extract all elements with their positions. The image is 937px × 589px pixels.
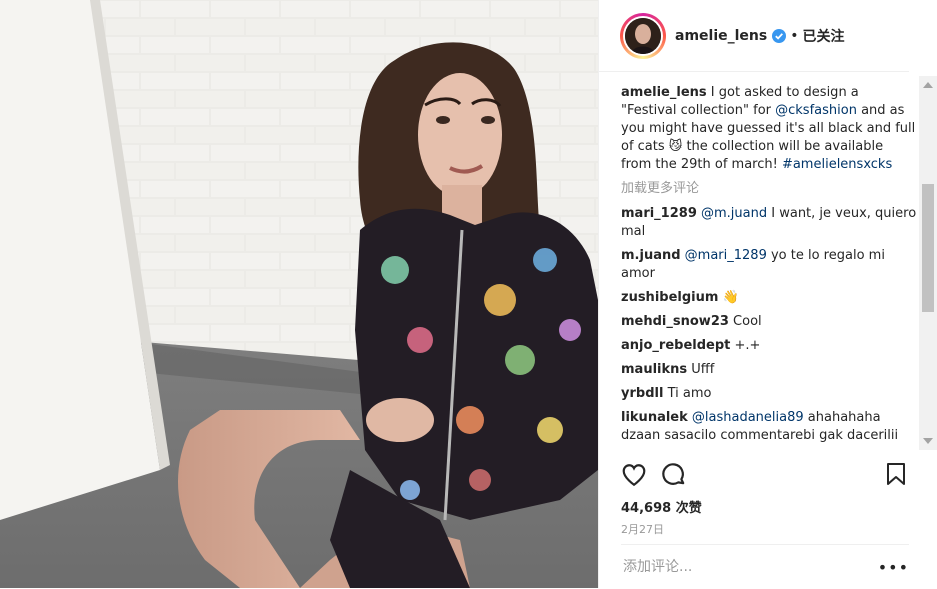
caption-mention[interactable]: @cksfashion — [775, 103, 857, 118]
comment-username[interactable]: mehdi_snow23 — [621, 314, 729, 329]
post-side-panel: amelie_lens • 已关注 amelie_lens I got aske… — [598, 0, 937, 588]
comment-mention[interactable]: @mari_1289 — [685, 248, 767, 263]
comments-scrollbar[interactable] — [919, 76, 937, 450]
avatar-image — [625, 17, 661, 54]
comment-item: yrbdll Ti amo — [621, 385, 917, 403]
comment-username[interactable]: likunalek — [621, 410, 688, 425]
comment-item: likunalek @lashadanelia89 ahahahaha dzaa… — [621, 409, 917, 445]
comment-icon[interactable] — [661, 462, 687, 488]
caption-hashtag[interactable]: #amelielensxcks — [782, 157, 892, 172]
heart-icon[interactable] — [621, 462, 647, 488]
comment-text: +.+ — [734, 338, 761, 353]
comment-username[interactable]: yrbdll — [621, 386, 663, 401]
separator-dot: • — [790, 27, 799, 44]
post-username[interactable]: amelie_lens — [675, 28, 767, 44]
comment-item: mehdi_snow23 Cool — [621, 313, 917, 331]
add-comment-input[interactable] — [621, 558, 878, 576]
comment-mention[interactable]: @lashadanelia89 — [692, 410, 804, 425]
comment-item: zushibelgium 👋 — [621, 289, 917, 307]
comment-text: Ti amo — [667, 386, 712, 401]
scroll-down-arrow-icon[interactable] — [923, 438, 933, 444]
comment-username[interactable]: zushibelgium — [621, 290, 718, 305]
bookmark-icon[interactable] — [885, 462, 907, 486]
post-header: amelie_lens • 已关注 — [599, 0, 909, 72]
comment-text: 👋 — [722, 290, 739, 305]
post-caption: amelie_lens I got asked to design a "Fes… — [621, 84, 917, 174]
caption-username[interactable]: amelie_lens — [621, 85, 707, 100]
likes-count[interactable]: 44,698 次赞 — [621, 497, 702, 516]
comment-username[interactable]: m.juand — [621, 248, 681, 263]
comment-text: Cool — [733, 314, 762, 329]
avatar-portrait — [625, 17, 661, 54]
comment-username[interactable]: mari_1289 — [621, 206, 697, 221]
add-comment-bar: ••• — [621, 544, 909, 589]
comment-item: m.juand @mari_1289 yo te lo regalo mi am… — [621, 247, 917, 283]
comment-text: Ufff — [691, 362, 715, 377]
avatar[interactable] — [620, 12, 666, 59]
scroll-up-arrow-icon[interactable] — [923, 82, 933, 88]
scrollbar-thumb[interactable] — [922, 184, 934, 312]
more-options-button[interactable]: ••• — [878, 558, 909, 577]
following-button[interactable]: 已关注 — [802, 26, 844, 46]
comment-item: mari_1289 @m.juand I want, je veux, quie… — [621, 205, 917, 241]
post-actions — [621, 462, 917, 488]
comment-username[interactable]: anjo_rebeldept — [621, 338, 730, 353]
post-date[interactable]: 2月27日 — [621, 521, 664, 537]
load-more-comments-button[interactable]: 加载更多评论 — [621, 180, 917, 198]
verified-badge-icon — [772, 28, 787, 43]
comment-item: maulikns Ufff — [621, 361, 917, 379]
comment-mention[interactable]: @m.juand — [701, 206, 767, 221]
avatar-frame — [623, 15, 663, 56]
post-photo[interactable] — [0, 0, 598, 588]
instagram-post-view: amelie_lens • 已关注 amelie_lens I got aske… — [0, 0, 937, 588]
comment-item: anjo_rebeldept +.+ — [621, 337, 917, 355]
comment-username[interactable]: maulikns — [621, 362, 687, 377]
photo-illustration — [0, 0, 598, 588]
comments-list: amelie_lens I got asked to design a "Fes… — [621, 84, 917, 450]
